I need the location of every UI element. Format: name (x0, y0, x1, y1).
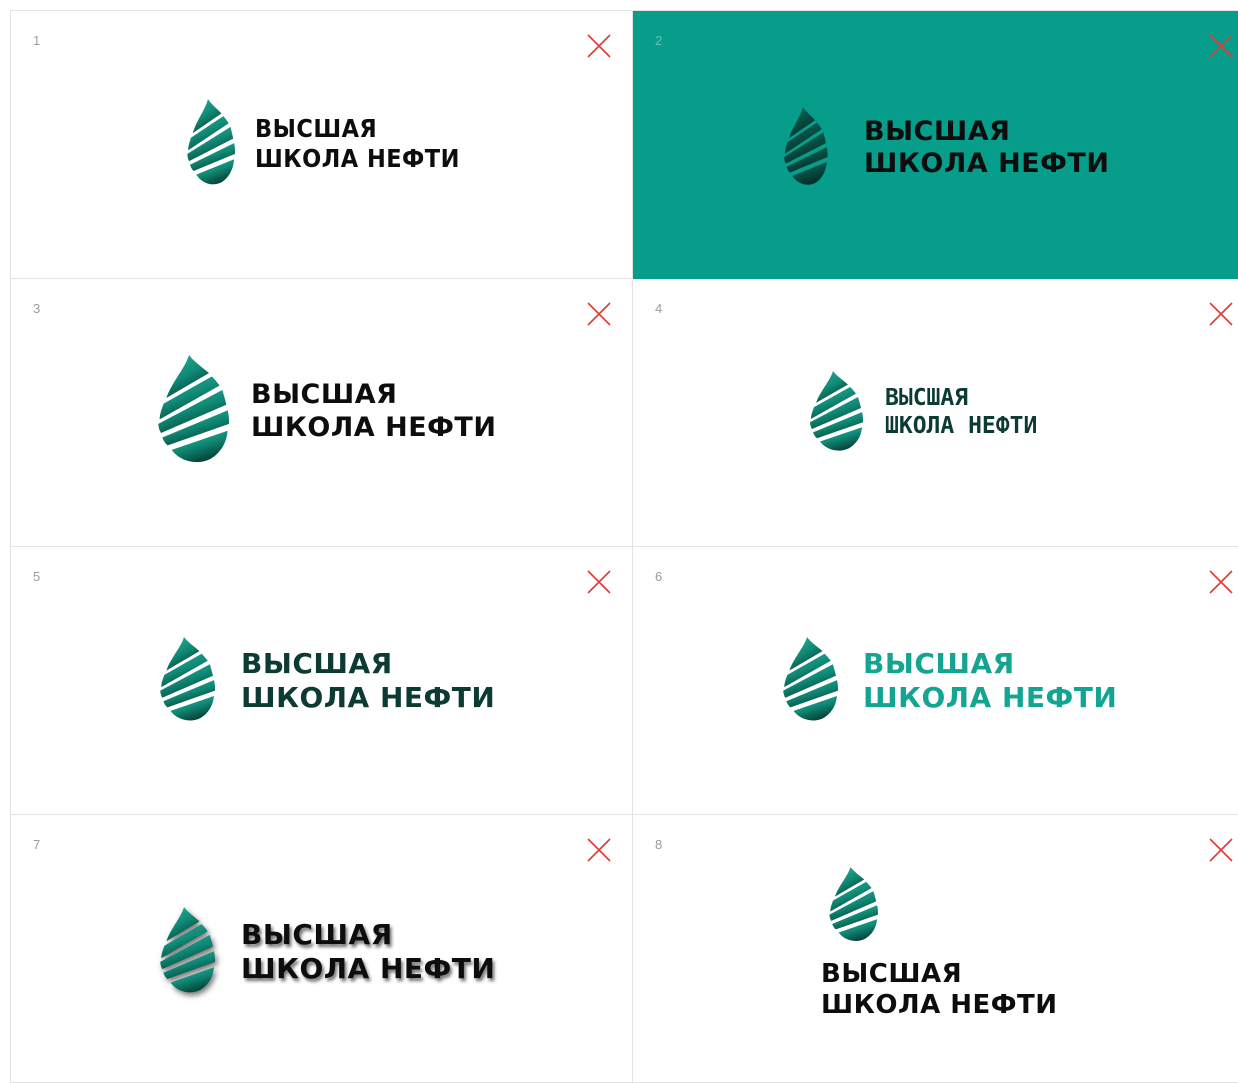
red-cross-icon (586, 837, 612, 863)
oil-drop-icon (803, 371, 863, 455)
oil-drop-icon (153, 907, 215, 997)
oil-drop-icon (823, 867, 878, 945)
example-number: 6 (655, 569, 663, 584)
oil-drop-icon (181, 99, 235, 189)
wordmark: ВЫСШАЯ ШКОЛА НЕФТИ (241, 918, 495, 985)
example-number: 7 (33, 837, 41, 852)
wordmark-line-1: ВЫСШАЯ (241, 647, 393, 681)
logo: ВЫСШАЯ ШКОЛА НЕФТИ (778, 107, 1109, 189)
red-cross-icon (1208, 301, 1234, 327)
wordmark: ВЫСШАЯ ШКОЛА НЕФТИ (241, 647, 495, 714)
example-number: 4 (655, 301, 663, 316)
wordmark-line-1: ВЫСШАЯ (821, 959, 963, 989)
logo: ВЫСШАЯ ШКОЛА НЕФТИ (803, 371, 1037, 455)
wordmark: ВЫСШАЯ ШКОЛА НЕФТИ (863, 647, 1117, 714)
wordmark-line-1: ВЫСШАЯ (864, 115, 1011, 147)
wordmark-line-1: ВЫСШАЯ (241, 918, 393, 952)
wordmark-line-2: ШКОЛА НЕФТИ (241, 681, 496, 714)
red-cross-icon (586, 569, 612, 595)
logo: ВЫСШАЯ ШКОЛА НЕФТИ (181, 99, 483, 189)
wordmark-line-2: ШКОЛА НЕФТИ (864, 148, 1110, 179)
logo: ВЫСШАЯ ШКОЛА НЕФТИ (153, 637, 495, 725)
wordmark-line-2: ШКОЛА НЕФТИ (863, 681, 1118, 714)
example-card-5: 5 ВЫСШАЯ ШКОЛА НЕФТИ (11, 547, 633, 815)
wordmark: ВЫСШАЯ ШКОЛА НЕФТИ (821, 959, 1058, 1021)
red-cross-icon (1208, 569, 1234, 595)
wordmark-line-2: ШКОЛА НЕФТИ (885, 413, 1038, 439)
wordmark-line-1: ВЫСШАЯ (251, 379, 398, 411)
red-cross-icon (586, 33, 612, 59)
oil-drop-icon (153, 637, 215, 725)
wordmark: ВЫСШАЯ ШКОЛА НЕФТИ (885, 385, 1037, 440)
logo: ВЫСШАЯ ШКОЛА НЕФТИ (821, 867, 1058, 1021)
logo: ВЫСШАЯ ШКОЛА НЕФТИ (149, 355, 496, 468)
wordmark: ВЫСШАЯ ШКОЛА НЕФТИ (251, 379, 496, 444)
red-cross-icon (586, 301, 612, 327)
oil-drop-icon (149, 355, 229, 468)
wordmark-line-1: ВЫСШАЯ (863, 647, 1015, 681)
example-number: 2 (655, 33, 663, 48)
example-card-3: 3 ВЫСШАЯ ШКОЛА НЕФТИ (11, 279, 633, 547)
example-card-8: 8 ВЫСШАЯ ШКОЛА НЕФТИ (633, 815, 1238, 1083)
red-cross-icon (1208, 837, 1234, 863)
example-number: 3 (33, 301, 41, 316)
example-card-1: 1 ВЫСШАЯ ШКОЛА НЕФТИ (11, 11, 633, 279)
wordmark-line-2: ШКОЛА НЕФТИ (821, 990, 1058, 1021)
example-number: 8 (655, 837, 663, 852)
logo: ВЫСШАЯ ШКОЛА НЕФТИ (776, 637, 1117, 725)
wordmark-line-1: ВЫСШАЯ (255, 114, 378, 143)
wordmark-line-2: ШКОЛА НЕФТИ (251, 411, 497, 443)
example-card-6: 6 ВЫСШАЯ ШКОЛА НЕФТИ (633, 547, 1238, 815)
example-card-7: 7 ВЫСШАЯ ШКОЛА НЕФТИ (11, 815, 633, 1083)
example-card-4: 4 ВЫСШАЯ ШКОЛА НЕФТИ (633, 279, 1238, 547)
logo: ВЫСШАЯ ШКОЛА НЕФТИ (153, 907, 495, 997)
examples-grid: 1 ВЫСШАЯ ШКОЛА НЕФТИ 2 ВЫСШАЯ ШКОЛА НЕФТ… (10, 10, 1238, 1083)
wordmark-line-2: ШКОЛА НЕФТИ (241, 952, 496, 985)
oil-drop-icon (778, 107, 828, 189)
red-cross-icon (1208, 33, 1234, 59)
example-card-2: 2 ВЫСШАЯ ШКОЛА НЕФТИ (633, 11, 1238, 279)
wordmark: ВЫСШАЯ ШКОЛА НЕФТИ (255, 114, 460, 174)
wordmark-line-2: ШКОЛА НЕФТИ (255, 144, 460, 173)
example-number: 1 (33, 33, 41, 48)
wordmark-line-1: ВЫСШАЯ (885, 385, 969, 412)
oil-drop-icon (776, 637, 838, 725)
wordmark: ВЫСШАЯ ШКОЛА НЕФТИ (864, 116, 1109, 181)
example-number: 5 (33, 569, 41, 584)
logo-misuse-sheet: 1 ВЫСШАЯ ШКОЛА НЕФТИ 2 ВЫСШАЯ ШКОЛА НЕФТ… (10, 10, 1238, 1083)
